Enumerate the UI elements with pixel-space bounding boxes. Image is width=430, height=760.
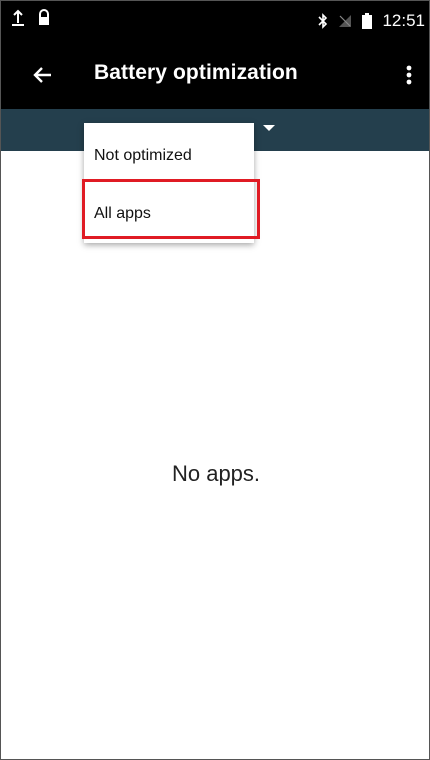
app-bar: Battery optimization [1, 41, 429, 109]
upload-icon [12, 9, 24, 26]
lock-icon [39, 9, 49, 25]
screen: 12:51 Battery optimization No apps. Not … [0, 0, 430, 760]
status-left [11, 9, 51, 27]
more-vert-icon[interactable] [401, 61, 417, 89]
highlight-box [82, 179, 260, 239]
bluetooth-icon [318, 13, 328, 29]
status-bar: 12:51 [1, 1, 429, 41]
page-title: Battery optimization [94, 61, 298, 84]
back-arrow-icon[interactable] [29, 61, 57, 89]
signal-off-icon [339, 15, 352, 27]
status-time: 12:51 [382, 11, 425, 30]
status-right: 12:51 [318, 11, 425, 31]
menu-item-not-optimized[interactable]: Not optimized [94, 147, 192, 165]
dropdown-arrow-icon[interactable] [263, 125, 275, 131]
battery-icon [362, 13, 373, 29]
empty-state-text: No apps. [171, 461, 261, 486]
